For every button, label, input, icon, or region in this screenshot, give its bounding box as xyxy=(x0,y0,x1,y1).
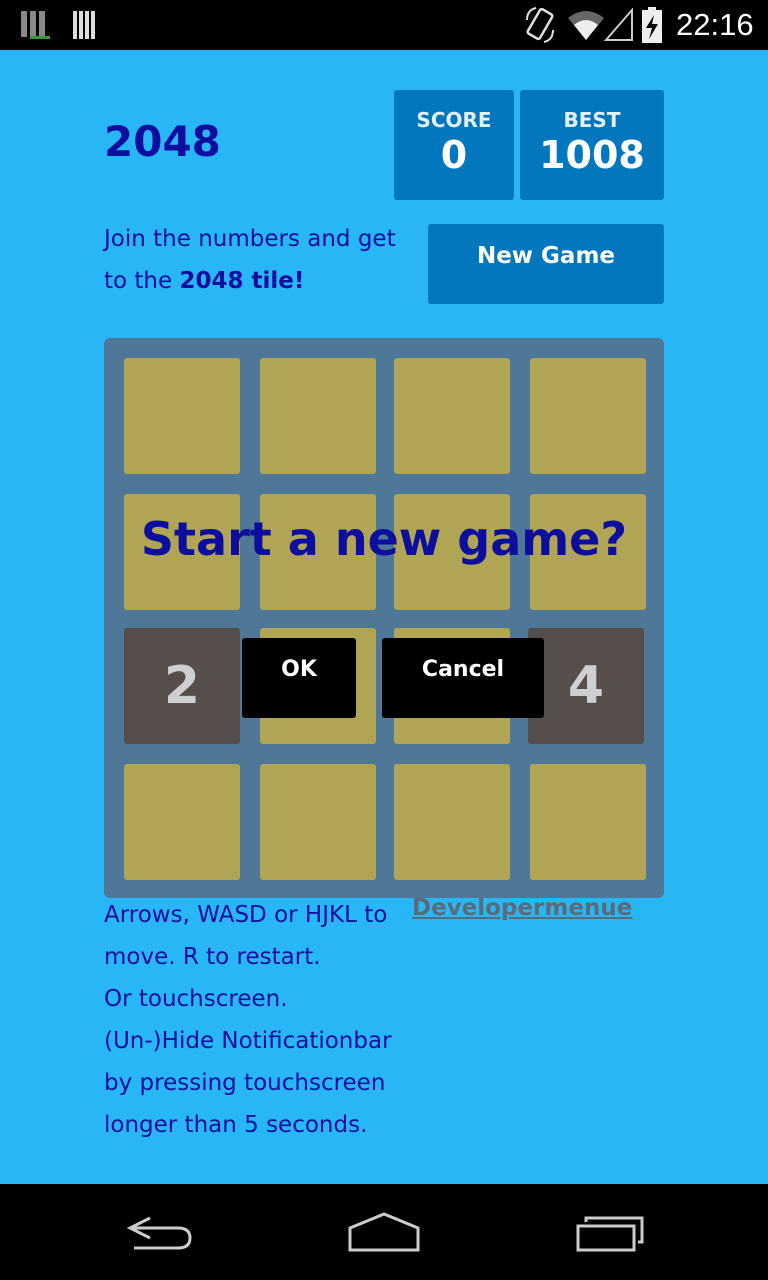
board-cell xyxy=(530,358,646,474)
instructions-line: Or touchscreen. xyxy=(104,986,288,1012)
developer-menu-link[interactable]: Developermenue xyxy=(412,892,632,924)
battery-charging-icon xyxy=(642,7,662,43)
clock-time: 22:16 xyxy=(676,7,754,42)
notification-app-icon-2 xyxy=(73,11,95,39)
instructions-text: Arrows, WASD or HJKL to move. R to resta… xyxy=(104,894,414,1146)
instructions-line: longer than 5 seconds. xyxy=(104,1112,368,1138)
wifi-icon xyxy=(568,11,604,40)
score-box: SCORE 0 xyxy=(394,90,514,200)
ok-button[interactable]: OK xyxy=(242,638,356,718)
status-bar: 22:16 xyxy=(0,0,768,50)
board-cell xyxy=(394,764,510,880)
board-cell xyxy=(124,764,240,880)
best-score-box: BEST 1008 xyxy=(520,90,664,200)
instructions-line: move. R to restart. xyxy=(104,944,321,970)
cancel-button[interactable]: Cancel xyxy=(382,638,544,718)
board-cell xyxy=(394,358,510,474)
screen-rotation-icon xyxy=(526,7,554,43)
signal-icon xyxy=(604,8,633,41)
number-tile: 4 xyxy=(528,628,644,744)
instructions-line: by pressing touchscreen xyxy=(104,1070,386,1096)
notification-app-icon xyxy=(21,11,50,39)
board-cell xyxy=(260,764,376,880)
board-cell xyxy=(530,764,646,880)
instructions-line: (Un-)Hide Notificationbar xyxy=(104,1028,392,1054)
board-cell xyxy=(260,358,376,474)
score-value: 0 xyxy=(440,133,468,177)
intro-text: Join the numbers and get to the 2048 til… xyxy=(104,218,414,302)
best-value: 1008 xyxy=(539,133,645,177)
navigation-bar xyxy=(0,1184,768,1280)
board-cell xyxy=(124,358,240,474)
game-title: 2048 xyxy=(104,117,221,166)
instructions-line: Arrows, WASD or HJKL to xyxy=(104,902,388,928)
best-label: BEST xyxy=(563,108,621,132)
number-tile: 2 xyxy=(124,628,240,744)
score-label: SCORE xyxy=(416,108,492,132)
recent-apps-icon[interactable] xyxy=(570,1206,650,1258)
back-icon[interactable] xyxy=(120,1206,200,1258)
home-icon[interactable] xyxy=(344,1206,424,1258)
new-game-prompt: Start a new game? xyxy=(140,512,628,566)
game-board[interactable]: 2 4 xyxy=(104,338,664,898)
intro-text-bold: 2048 tile! xyxy=(179,268,305,294)
new-game-button[interactable]: New Game xyxy=(428,224,664,304)
